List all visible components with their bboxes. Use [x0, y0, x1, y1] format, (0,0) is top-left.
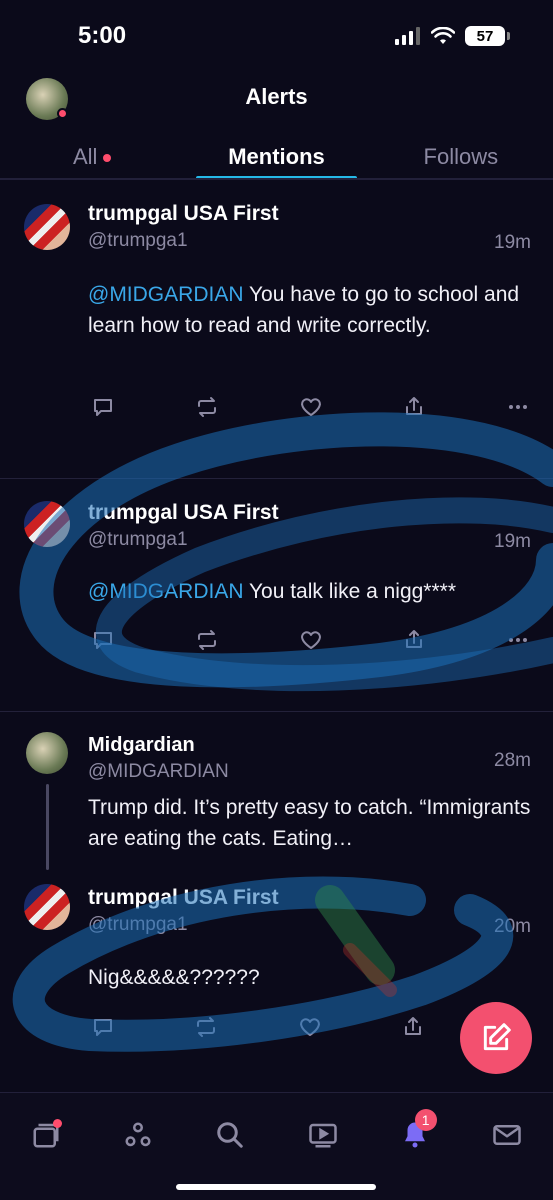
like-button[interactable]: [296, 625, 326, 655]
search-icon: [217, 1122, 244, 1148]
header: Alerts All Mentions Follows: [0, 70, 553, 180]
tab-notifications[interactable]: 1: [395, 1109, 437, 1155]
post-text: You talk like a nigg****: [243, 580, 456, 603]
tab-mentions-label: Mentions: [228, 144, 325, 169]
post-actions: [88, 625, 533, 655]
like-icon: [299, 1018, 320, 1036]
post-handle[interactable]: @trumpga1: [88, 529, 188, 551]
communities-icon: [125, 1122, 151, 1147]
wifi-icon: [431, 27, 455, 44]
post-1[interactable]: trumpgal USA First @trumpga1 19m @MIDGAR…: [0, 180, 553, 478]
tab-search[interactable]: [210, 1115, 250, 1155]
post-time: 19m: [494, 232, 531, 253]
post-body: Trump did. It’s pretty easy to catch. “I…: [88, 796, 531, 850]
like-button[interactable]: [296, 392, 326, 422]
share-button[interactable]: [399, 625, 429, 655]
thread-line: [46, 784, 49, 870]
repost-icon: [197, 397, 216, 417]
post-body: @MIDGARDIAN You have to go to school and…: [88, 279, 531, 341]
notifications-badge: 1: [414, 1109, 437, 1131]
tab-all-dot: [103, 154, 112, 163]
status-time: 5:00: [78, 22, 127, 49]
more-button[interactable]: [503, 392, 533, 422]
home-indicator: [176, 1184, 376, 1190]
video-icon: [308, 1123, 337, 1148]
share-button[interactable]: [398, 1012, 428, 1042]
reply-icon: [94, 399, 112, 416]
like-icon: [300, 631, 321, 649]
tab-feeds[interactable]: [26, 1115, 66, 1155]
page-title: Alerts: [245, 84, 308, 109]
repost-icon: [197, 630, 216, 650]
post-author[interactable]: trumpgal USA First: [88, 501, 279, 525]
alert-tabs: All Mentions Follows: [0, 140, 553, 180]
compose-button[interactable]: [460, 1002, 532, 1074]
more-button[interactable]: [503, 625, 533, 655]
tab-follows[interactable]: Follows: [369, 140, 553, 180]
tab-mentions[interactable]: Mentions: [184, 140, 368, 180]
post-author[interactable]: Midgardian: [88, 734, 195, 757]
repost-button[interactable]: [191, 1012, 221, 1042]
tab-all-label: All: [72, 144, 98, 169]
post-actions: [88, 1012, 428, 1042]
share-icon: [404, 1017, 421, 1035]
more-icon: [509, 405, 527, 409]
post-time: 28m: [494, 750, 531, 771]
avatar[interactable]: [24, 884, 70, 930]
post-body: Nig&&&&&??????: [88, 966, 260, 989]
mail-icon: [493, 1125, 521, 1145]
share-icon: [406, 630, 423, 648]
post-author[interactable]: trumpgal USA First: [88, 202, 279, 226]
tab-bar-items: 1: [0, 1109, 553, 1155]
post-handle[interactable]: @MIDGARDIAN: [88, 761, 229, 783]
like-icon: [300, 398, 321, 416]
repost-button[interactable]: [192, 392, 222, 422]
avatar[interactable]: [24, 501, 70, 547]
avatar[interactable]: [26, 732, 68, 774]
status-bar: 5:00 57: [0, 0, 553, 70]
post-handle[interactable]: @trumpga1: [88, 914, 188, 936]
post-time: 20m: [494, 916, 531, 937]
post-3-parent[interactable]: Midgardian @MIDGARDIAN 28m Trump did. It…: [0, 712, 553, 872]
repost-button[interactable]: [192, 625, 222, 655]
like-button[interactable]: [295, 1012, 325, 1042]
mention-link[interactable]: @MIDGARDIAN: [88, 283, 244, 306]
post-time: 19m: [494, 531, 531, 552]
tab-video[interactable]: [303, 1115, 343, 1155]
repost-icon: [197, 1017, 216, 1037]
reply-button[interactable]: [88, 1012, 118, 1042]
post-author[interactable]: trumpgal USA First: [88, 886, 279, 910]
avatar[interactable]: [24, 204, 70, 250]
reply-icon: [94, 632, 112, 649]
tab-all[interactable]: All: [0, 140, 184, 180]
post-2[interactable]: trumpgal USA First @trumpga1 19m @MIDGAR…: [0, 479, 553, 711]
status-icons: 57: [395, 26, 510, 46]
reply-button[interactable]: [88, 392, 118, 422]
tab-messages[interactable]: [487, 1115, 527, 1155]
more-icon: [509, 638, 527, 642]
post-body: @MIDGARDIAN You talk like a nigg****: [88, 576, 531, 607]
battery-indicator: 57: [465, 26, 510, 46]
post-actions: [88, 392, 533, 422]
share-icon: [406, 397, 423, 415]
tab-follows-label: Follows: [423, 144, 499, 169]
tab-communities[interactable]: [118, 1115, 158, 1155]
signal-icon: [395, 27, 420, 45]
share-button[interactable]: [399, 392, 429, 422]
feeds-notification-dot: [53, 1119, 63, 1128]
mention-link[interactable]: @MIDGARDIAN: [88, 580, 244, 603]
post-handle[interactable]: @trumpga1: [88, 230, 188, 252]
compose-icon: [483, 1023, 511, 1051]
reply-button[interactable]: [88, 625, 118, 655]
reply-icon: [94, 1019, 112, 1036]
